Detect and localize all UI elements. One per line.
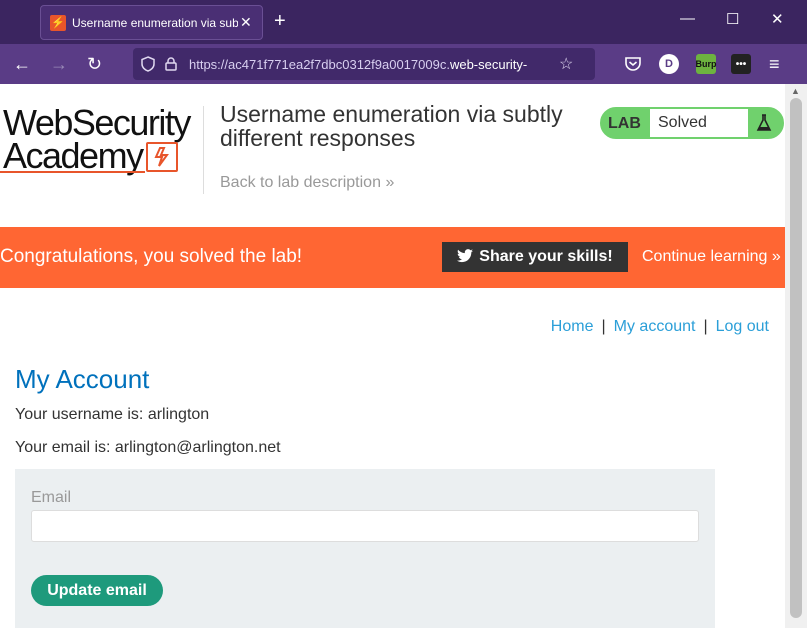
- home-link[interactable]: Home: [551, 318, 594, 335]
- lab-status-text: Solved: [650, 109, 748, 137]
- scroll-thumb[interactable]: [790, 98, 802, 618]
- back-arrow-icon[interactable]: ←: [13, 54, 31, 74]
- logo-bolt-icon: [146, 142, 178, 172]
- banner-message: Congratulations, you solved the lab!: [0, 246, 303, 267]
- username-line: Your username is: arlington: [15, 406, 210, 423]
- continue-learning-link[interactable]: Continue learning »: [642, 248, 781, 266]
- email-label: Email: [31, 489, 72, 506]
- share-skills-label: Share your skills!: [479, 248, 613, 265]
- extension-dots-icon[interactable]: •••: [731, 54, 751, 74]
- lab-title: Username enumeration via subtly differen…: [220, 101, 563, 151]
- update-email-form: Email Update email: [15, 469, 715, 628]
- twitter-icon: [457, 248, 474, 266]
- flask-icon: [756, 114, 772, 131]
- double-chevron-icon: »: [771, 248, 781, 265]
- back-to-lab-description-link[interactable]: Back to lab description »: [220, 174, 394, 192]
- hamburger-menu-icon[interactable]: ≡: [769, 54, 780, 74]
- lab-status-badge: LAB Solved: [600, 107, 784, 139]
- solved-banner: Congratulations, you solved the lab! Sha…: [0, 227, 785, 288]
- logo-underline: [0, 171, 145, 173]
- double-chevron-icon: »: [385, 174, 395, 191]
- top-nav-links: Home | My account | Log out: [551, 318, 769, 336]
- window-close-icon[interactable]: ✕: [771, 10, 784, 28]
- pocket-icon[interactable]: [624, 55, 642, 73]
- log-out-link[interactable]: Log out: [716, 318, 769, 335]
- email-line: Your email is: arlington@arlington.net: [15, 439, 281, 456]
- bookmark-star-icon[interactable]: ☆: [559, 54, 573, 74]
- nav-separator: |: [601, 318, 606, 335]
- burp-extension-icon[interactable]: Burp: [696, 54, 717, 74]
- tab-favicon-icon: ⚡: [50, 14, 66, 31]
- my-account-link[interactable]: My account: [614, 318, 696, 335]
- tab-close-icon[interactable]: ✕: [240, 14, 252, 31]
- browser-titlebar: ⚡ Username enumeration via subtl ✕ + — ☐…: [0, 0, 807, 44]
- url-bar[interactable]: https://ac471f771ea2f7dbc0312f9a0017009c…: [133, 48, 595, 80]
- browser-navbar: ← → ↻ https://ac471f771ea2f7dbc0312f9a00…: [0, 44, 807, 84]
- page-title: My Account: [15, 364, 150, 394]
- update-email-button[interactable]: Update email: [31, 575, 163, 606]
- shield-icon: [141, 56, 155, 72]
- page-viewport: WebSecurity Academy Username enumeration…: [0, 84, 785, 628]
- browser-tab[interactable]: ⚡ Username enumeration via subtl ✕: [40, 5, 263, 40]
- forward-arrow-icon[interactable]: →: [50, 54, 68, 74]
- maximize-icon[interactable]: ☐: [726, 10, 739, 28]
- minimize-icon[interactable]: —: [680, 10, 695, 27]
- email-field[interactable]: [31, 510, 699, 542]
- new-tab-button[interactable]: +: [274, 10, 286, 33]
- share-skills-button[interactable]: Share your skills!: [442, 242, 628, 272]
- reload-icon[interactable]: ↻: [87, 54, 102, 74]
- extension-d-icon[interactable]: D: [659, 54, 679, 74]
- lab-label: LAB: [608, 115, 641, 132]
- lock-icon: [165, 57, 177, 71]
- scroll-up-icon[interactable]: ▲: [791, 86, 800, 96]
- nav-separator: |: [703, 318, 708, 335]
- tab-title: Username enumeration via subtl: [72, 15, 238, 30]
- url-text: https://ac471f771ea2f7dbc0312f9a0017009c…: [189, 56, 528, 72]
- header-divider: [203, 106, 204, 194]
- page-scrollbar[interactable]: ▲: [785, 84, 807, 628]
